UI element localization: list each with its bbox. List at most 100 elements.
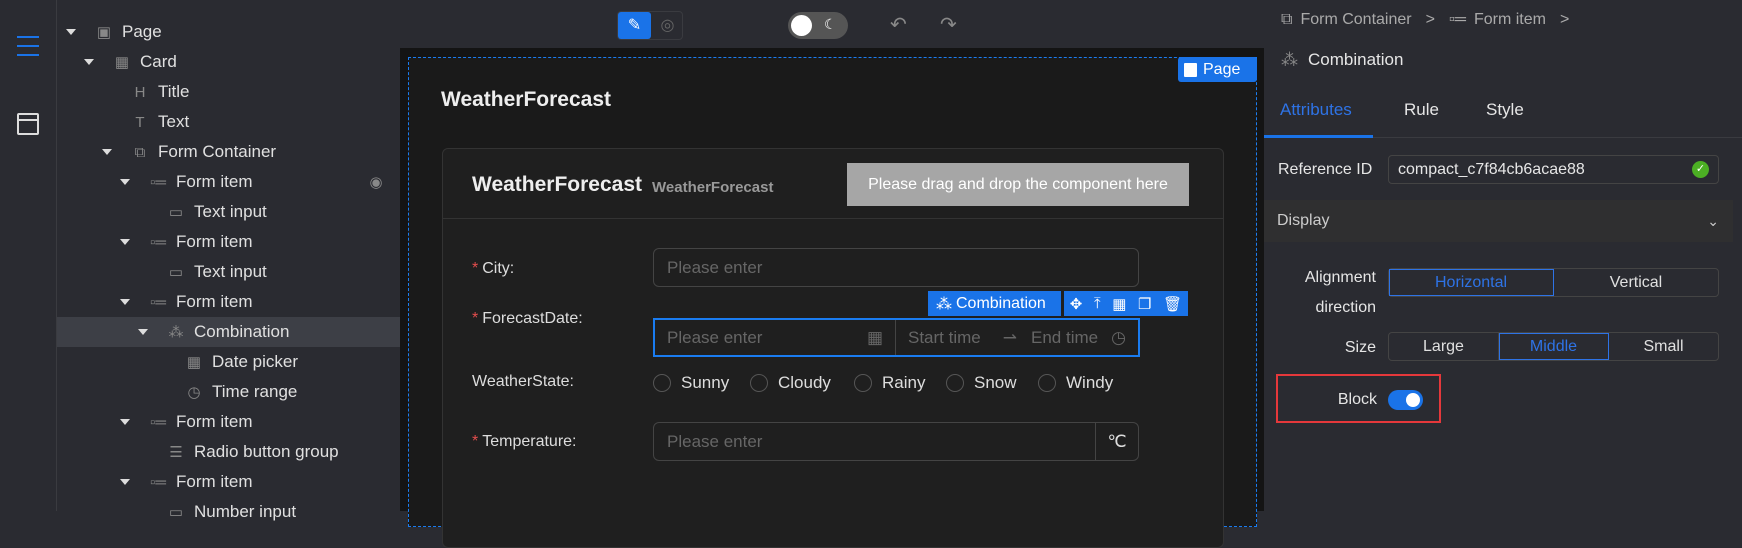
heading-icon: H — [134, 83, 146, 101]
tab-rule[interactable]: Rule — [1404, 100, 1439, 120]
time-range[interactable]: Start time ⇀ End time ◷ — [896, 320, 1138, 355]
delete-icon[interactable]: 🗑 — [1163, 295, 1182, 313]
text-input-icon: ▭ — [168, 264, 184, 281]
caret-down-icon[interactable] — [120, 419, 130, 425]
store-icon[interactable] — [17, 113, 39, 135]
tab-attributes[interactable]: Attributes — [1280, 100, 1352, 120]
radio-option[interactable]: Windy — [1038, 373, 1113, 393]
radio-circle[interactable] — [946, 374, 964, 392]
tree-item[interactable]: ▫═ Form item — [57, 407, 400, 437]
size-label: Size — [1344, 339, 1376, 356]
card: WeatherForecast WeatherForecast Please d… — [442, 148, 1224, 548]
tree-item[interactable]: H Title — [57, 77, 400, 107]
current-component: ⁂ Combination — [1281, 50, 1404, 69]
caret-down-icon[interactable] — [84, 59, 94, 65]
radio-circle[interactable] — [854, 374, 872, 392]
combination-icon: ⁂ — [1281, 50, 1298, 69]
menu-icon[interactable] — [17, 36, 39, 56]
radio-option[interactable]: Snow — [946, 373, 1017, 393]
valid-check-icon: ✓ — [1692, 161, 1709, 178]
tree-item[interactable]: ☰ Radio button group — [57, 437, 400, 467]
move-icon[interactable]: ✥ — [1070, 295, 1083, 313]
tree-item[interactable]: ⧉ Form Container — [57, 137, 400, 167]
breadcrumb-form-item[interactable]: Form item — [1474, 11, 1546, 29]
tree-item[interactable]: ▫═ Form item — [57, 287, 400, 317]
caret-down-icon[interactable] — [120, 299, 130, 305]
size-small[interactable]: Small — [1609, 333, 1718, 360]
theme-toggle[interactable]: ☾ — [788, 12, 848, 39]
tab-style[interactable]: Style — [1486, 100, 1524, 120]
alignment-horizontal[interactable]: Horizontal — [1389, 269, 1554, 296]
reference-id-input[interactable]: compact_c7f84cb6acae88 ✓ — [1388, 155, 1719, 184]
radio-circle[interactable] — [750, 374, 768, 392]
radio-label: Windy — [1066, 373, 1114, 392]
tree-item[interactable]: ▦ Date picker — [57, 347, 400, 377]
combination-field[interactable]: Please enter ▦ Start time ⇀ End time ◷ — [653, 318, 1140, 357]
page-badge[interactable]: Page — [1178, 57, 1257, 82]
component-tree: ▣ Page ▦ Card H Title T Text ⧉ Form Container ▫═ Fo… — [57, 0, 400, 521]
tree-item[interactable]: ▭ Text input — [57, 197, 400, 227]
display-section-header[interactable]: Display ⌄ — [1264, 200, 1733, 242]
caret-down-icon[interactable] — [120, 239, 130, 245]
redo-button[interactable]: ↷ — [940, 12, 957, 37]
form-item-icon: ▫═ — [150, 173, 166, 191]
tree-item[interactable]: ▫═ Form item ◉ — [57, 167, 400, 197]
tree-item-label: Time range — [212, 382, 298, 401]
radio-group-icon: ☰ — [169, 444, 183, 461]
combination-badge[interactable]: ⁂ Combination — [928, 291, 1061, 316]
tree-item[interactable]: ▣ Page — [57, 17, 400, 47]
tree-item[interactable]: ▭ Text input — [57, 257, 400, 287]
tree-item-label: Combination — [194, 322, 290, 341]
tree-item-label: Form item — [176, 172, 253, 191]
copy-icon[interactable]: ❐ — [1138, 295, 1151, 313]
tree-item[interactable]: ▫═ Form item — [57, 227, 400, 257]
block-switch[interactable] — [1388, 390, 1423, 410]
radio-option[interactable]: Rainy — [854, 373, 925, 393]
city-input[interactable]: Please enter — [653, 248, 1139, 287]
alignment-vertical[interactable]: Vertical — [1554, 269, 1718, 296]
temperature-input[interactable]: Please enter ℃ — [653, 422, 1139, 461]
size-toggle: Large Middle Small — [1388, 332, 1719, 361]
date-picker[interactable]: Please enter ▦ — [655, 320, 896, 355]
preview-button[interactable]: ◎ — [652, 12, 683, 39]
caret-down-icon[interactable] — [120, 179, 130, 185]
chevron-down-icon: ⌄ — [1707, 212, 1719, 229]
design-mode-button[interactable]: ✎ — [618, 12, 651, 39]
temperature-label: * Temperature: — [472, 433, 577, 450]
page-frame[interactable]: Page WeatherForecast WeatherForecast Wea… — [408, 57, 1257, 548]
caret-down-icon[interactable] — [120, 479, 130, 485]
move-top-icon[interactable]: ⤒ — [1094, 295, 1101, 312]
radio-option[interactable]: Cloudy — [750, 373, 831, 393]
form-container-icon: ⧉ — [134, 143, 146, 161]
caret-down-icon[interactable] — [66, 29, 76, 35]
tree-item[interactable]: ▫═ Form item — [57, 467, 400, 497]
tree-item-label: Form item — [176, 292, 253, 311]
size-middle[interactable]: Middle — [1499, 333, 1609, 360]
radio-circle[interactable] — [653, 374, 671, 392]
caret-down-icon[interactable] — [138, 329, 148, 335]
radio-circle[interactable] — [1038, 374, 1056, 392]
tree-item-label: Form item — [176, 412, 253, 431]
calendar-icon: ▦ — [186, 354, 202, 371]
table-icon[interactable]: ▦ — [1112, 295, 1126, 313]
radio-option[interactable]: Sunny — [653, 373, 729, 393]
alignment-label: Alignment direction — [1304, 269, 1376, 316]
undo-button[interactable]: ↶ — [890, 12, 907, 37]
breadcrumb-form-container[interactable]: Form Container — [1300, 11, 1411, 29]
arrow-icon: ⇀ — [1002, 327, 1017, 347]
tree-item[interactable]: ▭ Number input — [57, 497, 400, 527]
block-label: Block — [1337, 391, 1377, 408]
form-item-icon: ▫═ — [150, 413, 166, 431]
tree-item-label: Text — [158, 112, 190, 131]
combination-icon: ⁂ — [936, 295, 952, 313]
eye-icon[interactable]: ◉ — [366, 173, 386, 191]
card-icon: ▦ — [114, 54, 130, 71]
text-icon: T — [135, 113, 145, 131]
tree-item[interactable]: ▦ Card — [57, 47, 400, 77]
size-large[interactable]: Large — [1389, 333, 1499, 360]
tree-item[interactable]: ⁂ Combination — [57, 317, 400, 347]
drop-zone[interactable]: Please drag and drop the component here — [847, 163, 1189, 206]
tree-item[interactable]: ◷ Time range — [57, 377, 400, 407]
caret-down-icon[interactable] — [102, 149, 112, 155]
tree-item[interactable]: T Text — [57, 107, 400, 137]
